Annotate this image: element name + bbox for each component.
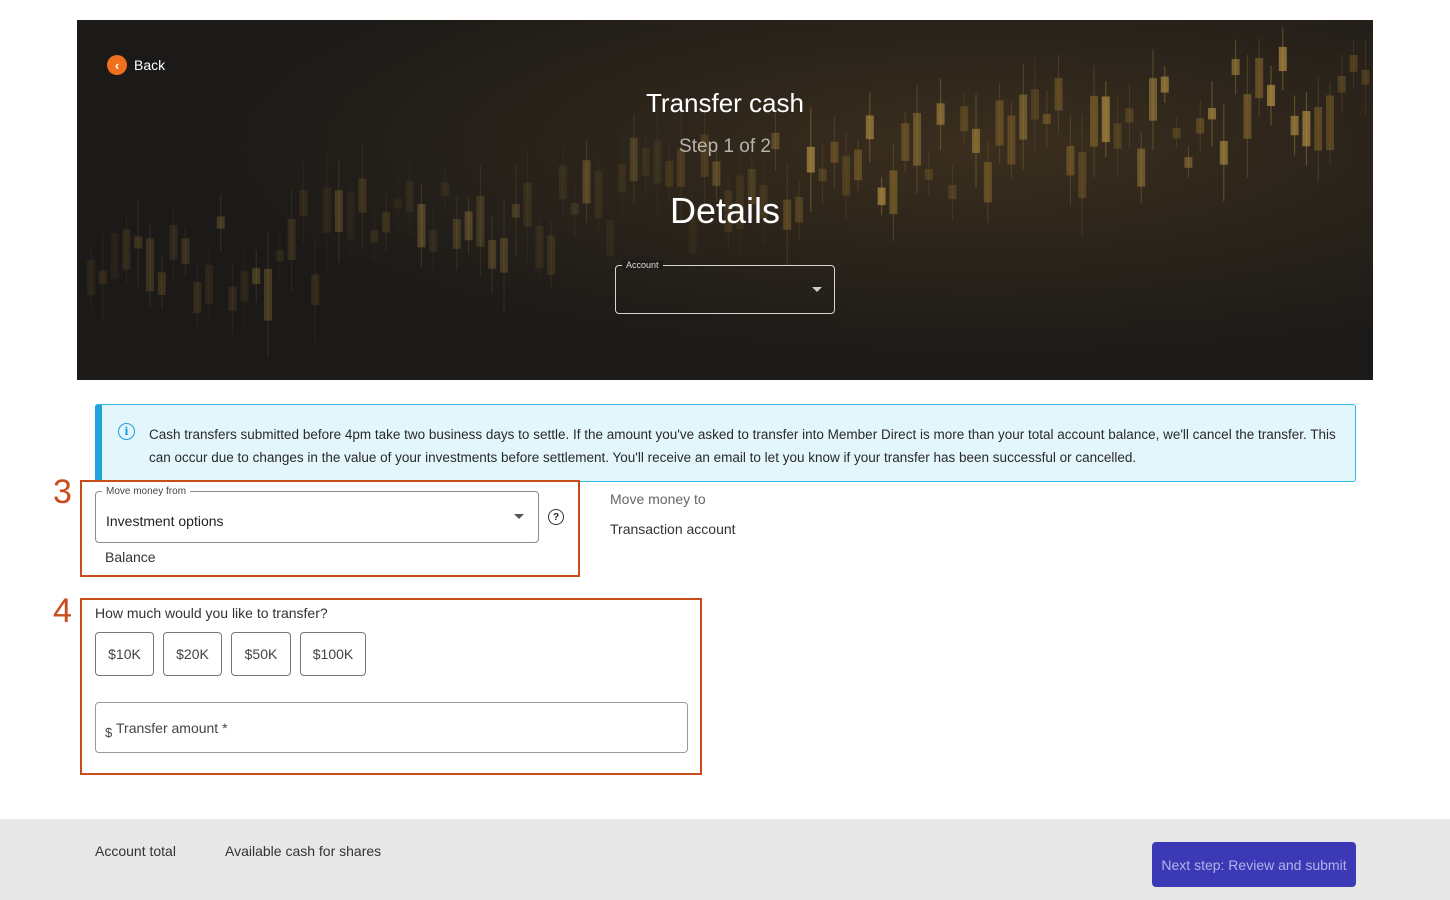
candle-body: [193, 281, 202, 314]
section-heading: Details: [669, 190, 781, 231]
dropdown-arrow-icon: [812, 287, 822, 292]
move-money-from-label: Move money from: [102, 486, 191, 497]
candle-body: [240, 271, 249, 302]
candle-body: [98, 270, 107, 285]
candle-body: [1231, 59, 1240, 75]
transfer-amount-question: How much would you like to transfer?: [95, 605, 328, 621]
candle-body: [264, 268, 272, 321]
candle-body: [924, 169, 933, 180]
candle-body: [205, 264, 213, 305]
move-money-to-label: Move money to: [610, 491, 706, 507]
chevron-left-icon: ‹: [107, 55, 127, 75]
move-money-from-value: Investment options: [106, 513, 224, 529]
candle-body: [252, 268, 261, 285]
candle-body: [370, 230, 379, 243]
candle-body: [311, 274, 320, 306]
candle-body: [712, 161, 721, 186]
transfer-amount-placeholder: Transfer amount *: [116, 720, 228, 736]
amount-chip-50k[interactable]: $50K: [231, 632, 291, 676]
back-label: Back: [134, 57, 166, 73]
candle-body: [429, 229, 438, 252]
candle-body: [181, 238, 190, 265]
back-button[interactable]: ‹ Back: [107, 55, 165, 75]
candle-body: [275, 250, 284, 262]
candle-body: [1196, 118, 1205, 134]
candle-body: [618, 164, 626, 193]
candle-body: [818, 168, 827, 182]
candle-body: [547, 235, 556, 276]
candle-body: [1349, 55, 1358, 72]
candle-body: [535, 225, 544, 269]
available-cash-label: Available cash for shares: [225, 843, 382, 859]
info-icon: i: [118, 423, 135, 440]
candle-body: [157, 272, 166, 295]
move-money-to-value: Transaction account: [610, 521, 736, 537]
candle-body: [500, 238, 508, 273]
candle-body: [110, 233, 119, 279]
candle-body: [1278, 46, 1287, 72]
candle-body: [488, 240, 497, 269]
candle-body: [228, 286, 237, 312]
next-step-button[interactable]: Next step: Review and submit: [1152, 842, 1356, 887]
page-title: Transfer cash: [646, 88, 804, 118]
transfer-amount-input[interactable]: $ Transfer amount *: [95, 702, 688, 753]
account-total-label: Account total: [95, 843, 176, 859]
candle-body: [1361, 69, 1370, 85]
candle-body: [134, 236, 143, 249]
account-select[interactable]: Account: [615, 260, 835, 314]
amount-chip-10k[interactable]: $10K: [95, 632, 154, 676]
candle-body: [1184, 157, 1193, 168]
hero-banner: ‹ Back Transfer cash Step 1 of 2 Details…: [77, 20, 1373, 380]
info-banner-text: Cash transfers submitted before 4pm take…: [149, 427, 1336, 465]
candle-body: [146, 238, 154, 292]
balance-label: Balance: [105, 549, 156, 565]
annotation-number-4: 4: [53, 592, 72, 630]
account-select-label: Account: [622, 260, 663, 270]
annotation-number-3: 3: [53, 473, 72, 511]
candle-body: [87, 260, 95, 296]
candle-body: [665, 161, 674, 187]
step-indicator: Step 1 of 2: [679, 136, 771, 157]
currency-prefix: $: [105, 725, 113, 740]
footer-bar: Account total Available cash for shares …: [0, 819, 1450, 900]
help-icon[interactable]: ?: [548, 509, 564, 525]
move-money-from-select[interactable]: Move money from Investment options: [95, 486, 539, 543]
amount-chip-20k[interactable]: $20K: [163, 632, 222, 676]
amount-chip-100k[interactable]: $100K: [300, 632, 366, 676]
candle-body: [122, 229, 131, 270]
dropdown-arrow-icon: [514, 514, 524, 519]
info-banner: i Cash transfers submitted before 4pm ta…: [95, 404, 1356, 482]
